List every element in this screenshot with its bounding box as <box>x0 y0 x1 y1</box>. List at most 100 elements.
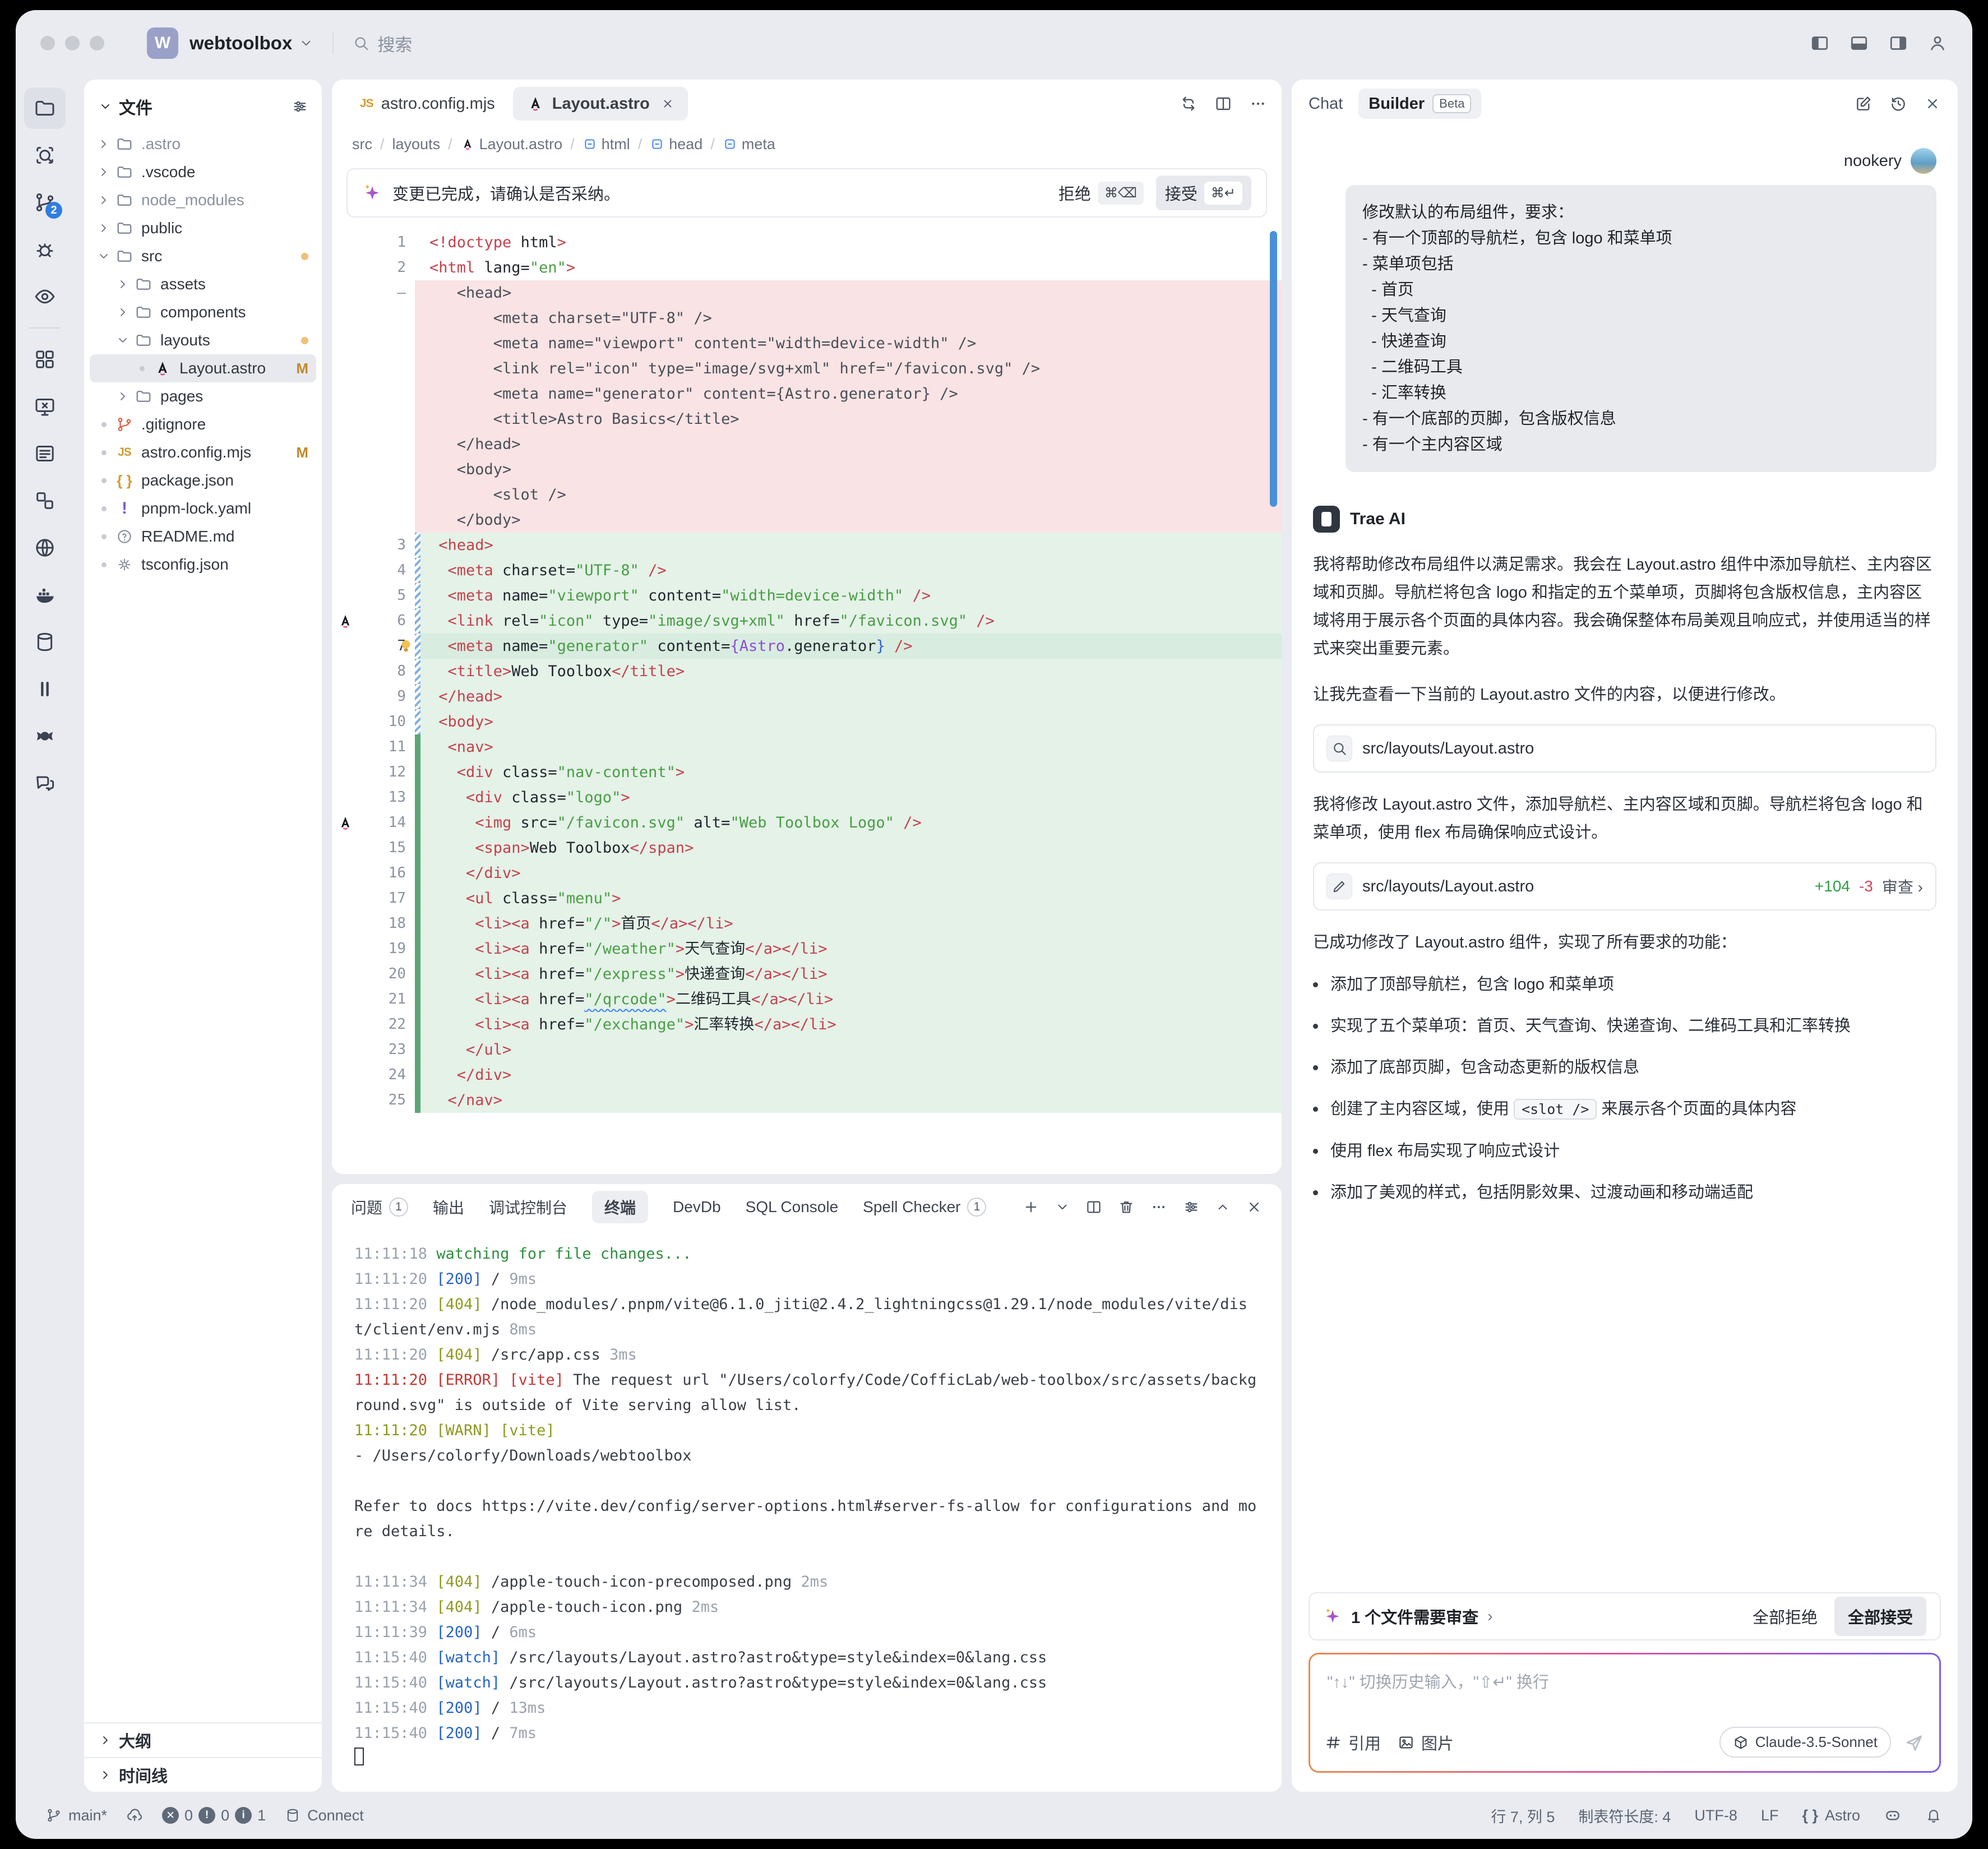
panel-tab-Spell Checker[interactable]: Spell Checker1 <box>863 1191 986 1223</box>
debug-icon[interactable] <box>24 229 66 270</box>
toggle-bottom-panel-icon[interactable] <box>1849 33 1869 53</box>
tree-folder-assets[interactable]: assets <box>90 270 316 298</box>
globe-icon[interactable] <box>24 527 66 568</box>
lightbulb-icon[interactable] <box>397 637 415 655</box>
tree-file-.gitignore[interactable]: .gitignore <box>90 410 316 438</box>
outline-section[interactable]: 大纲 <box>84 1722 322 1757</box>
chevron-down-icon[interactable] <box>99 100 112 113</box>
editor-scrollbar-thumb[interactable] <box>1270 231 1277 507</box>
close-chat-icon[interactable] <box>1924 95 1941 112</box>
git-branch-indicator[interactable]: main* <box>46 1807 107 1824</box>
editor-tab-astro.config.mjs[interactable]: JSastro.config.mjs <box>346 87 508 121</box>
status-item[interactable]: LF <box>1761 1807 1779 1824</box>
tree-file-package.json[interactable]: { }package.json <box>90 466 316 494</box>
output-list-icon[interactable] <box>24 433 66 474</box>
sync-changes-button[interactable] <box>126 1807 143 1824</box>
quote-reference-button[interactable]: 引用 <box>1325 1731 1381 1754</box>
code-editor[interactable]: 1<!doctype html>2<html lang="en">–<head>… <box>332 223 1282 1174</box>
tree-file-astro.config.mjs[interactable]: JSastro.config.mjsM <box>90 438 316 466</box>
terminal-settings-icon[interactable] <box>1183 1199 1200 1215</box>
tree-folder-src[interactable]: src <box>90 242 316 270</box>
panel-tab-DevDb[interactable]: DevDb <box>673 1191 721 1223</box>
global-search[interactable]: 搜索 <box>353 31 412 56</box>
status-item[interactable]: 行 7, 列 5 <box>1491 1805 1555 1827</box>
kill-terminal-icon[interactable] <box>1118 1199 1135 1215</box>
files-icon[interactable] <box>24 87 66 129</box>
editor-tab-Layout.astro[interactable]: Layout.astro <box>513 87 688 121</box>
account-icon[interactable] <box>1927 33 1948 53</box>
db-connect-button[interactable]: Connect <box>285 1807 364 1824</box>
maximize-panel-icon[interactable] <box>1215 1200 1230 1214</box>
close-panel-icon[interactable] <box>1246 1199 1263 1215</box>
panel-tab-调试控制台[interactable]: 调试控制台 <box>489 1191 567 1223</box>
more-icon[interactable] <box>1150 1199 1167 1215</box>
panel-tab-终端[interactable]: 终端 <box>592 1191 648 1223</box>
send-icon[interactable] <box>1903 1732 1925 1753</box>
tree-file-Layout.astro[interactable]: Layout.astroM <box>90 354 316 382</box>
toggle-right-panel-icon[interactable] <box>1888 33 1908 53</box>
close-tab-icon[interactable] <box>661 97 674 110</box>
tree-folder-components[interactable]: components <box>90 298 316 326</box>
tree-folder-.vscode[interactable]: .vscode <box>90 158 316 186</box>
components-blocks-icon[interactable] <box>24 480 66 521</box>
filter-icon[interactable] <box>292 98 308 115</box>
compare-changes-icon[interactable] <box>1180 95 1198 113</box>
tab-chat[interactable]: Chat <box>1309 95 1343 113</box>
file-edit-card[interactable]: src/layouts/Layout.astro +104 -3 审查 › <box>1313 862 1936 910</box>
accept-all-button[interactable]: 全部接受 <box>1834 1597 1926 1636</box>
remote-monitor-icon[interactable] <box>24 386 66 427</box>
breadcrumb-item-html[interactable]: html <box>582 136 630 153</box>
language-mode[interactable]: { } Astro <box>1802 1807 1860 1824</box>
split-editor-icon[interactable] <box>1214 95 1232 113</box>
docker-icon[interactable] <box>24 574 66 616</box>
status-item[interactable]: 制表符长度: 4 <box>1578 1805 1671 1827</box>
tree-folder-node_modules[interactable]: node_modules <box>90 186 316 214</box>
problems-indicator[interactable]: ✕ 0 ! 0 i 1 <box>162 1807 266 1824</box>
traffic-light-close[interactable] <box>40 36 55 50</box>
panel-tab-SQL Console[interactable]: SQL Console <box>746 1191 839 1223</box>
more-actions-icon[interactable] <box>1249 95 1267 113</box>
status-item[interactable]: UTF-8 <box>1694 1807 1737 1824</box>
feedback-chat-icon[interactable] <box>24 762 66 804</box>
panel-tab-输出[interactable]: 输出 <box>433 1191 464 1223</box>
pause-icon[interactable] <box>24 668 66 710</box>
file-reference-card[interactable]: src/layouts/Layout.astro <box>1313 724 1936 773</box>
tree-file-pnpm-lock.yaml[interactable]: !pnpm-lock.yaml <box>90 494 316 523</box>
project-title[interactable]: webtoolbox <box>189 33 292 54</box>
toggle-left-panel-icon[interactable] <box>1810 33 1830 53</box>
timeline-section[interactable]: 时间线 <box>84 1757 322 1792</box>
tree-folder-public[interactable]: public <box>90 214 316 242</box>
attach-image-button[interactable]: 图片 <box>1398 1731 1454 1754</box>
preview-eye-icon[interactable] <box>24 276 66 317</box>
breadcrumb-item-src[interactable]: src <box>352 136 372 153</box>
new-terminal-icon[interactable] <box>1023 1199 1039 1215</box>
reject-all-button[interactable]: 全部拒绝 <box>1753 1605 1818 1628</box>
terminal-output[interactable]: 11:11:18 watching for file changes...11:… <box>332 1230 1282 1792</box>
database-icon[interactable] <box>24 621 66 663</box>
breadcrumb-item-Layout.astro[interactable]: Layout.astro <box>460 136 563 153</box>
tree-folder-layouts[interactable]: layouts <box>90 326 316 354</box>
chat-input[interactable]: "↑↓" 切换历史输入，"⇧↵" 换行 引用 图片 <box>1310 1654 1939 1771</box>
review-link[interactable]: 审查 › <box>1882 875 1923 898</box>
tree-file-tsconfig.json[interactable]: tsconfig.json <box>90 551 316 579</box>
model-selector[interactable]: Claude-3.5-Sonnet <box>1719 1727 1891 1758</box>
chevron-down-icon[interactable] <box>299 36 313 50</box>
reject-changes-button[interactable]: 拒绝 ⌘⌫ <box>1058 181 1144 205</box>
copilot-icon[interactable] <box>1884 1806 1902 1824</box>
split-terminal-icon[interactable] <box>1085 1199 1102 1215</box>
accept-changes-button[interactable]: 接受 ⌘↵ <box>1156 175 1251 210</box>
new-chat-icon[interactable] <box>1855 95 1873 113</box>
chat-messages[interactable]: nookery 修改默认的布局组件，要求： - 有一个顶部的导航栏，包含 log… <box>1292 128 1958 1579</box>
notifications-bell-icon[interactable] <box>1925 1807 1942 1824</box>
breadcrumb-item-head[interactable]: head <box>650 136 702 153</box>
tab-builder[interactable]: Builder Beta <box>1358 89 1481 119</box>
traffic-light-zoom[interactable] <box>90 36 104 50</box>
breadcrumb-item-layouts[interactable]: layouts <box>392 136 441 153</box>
candy-icon[interactable] <box>24 715 66 757</box>
search-scan-icon[interactable] <box>24 135 66 176</box>
extensions-grid-icon[interactable] <box>24 339 66 380</box>
traffic-light-minimize[interactable] <box>65 36 80 50</box>
breadcrumb-item-meta[interactable]: meta <box>723 136 775 153</box>
terminal-dropdown-icon[interactable] <box>1055 1200 1070 1214</box>
history-icon[interactable] <box>1889 95 1907 113</box>
